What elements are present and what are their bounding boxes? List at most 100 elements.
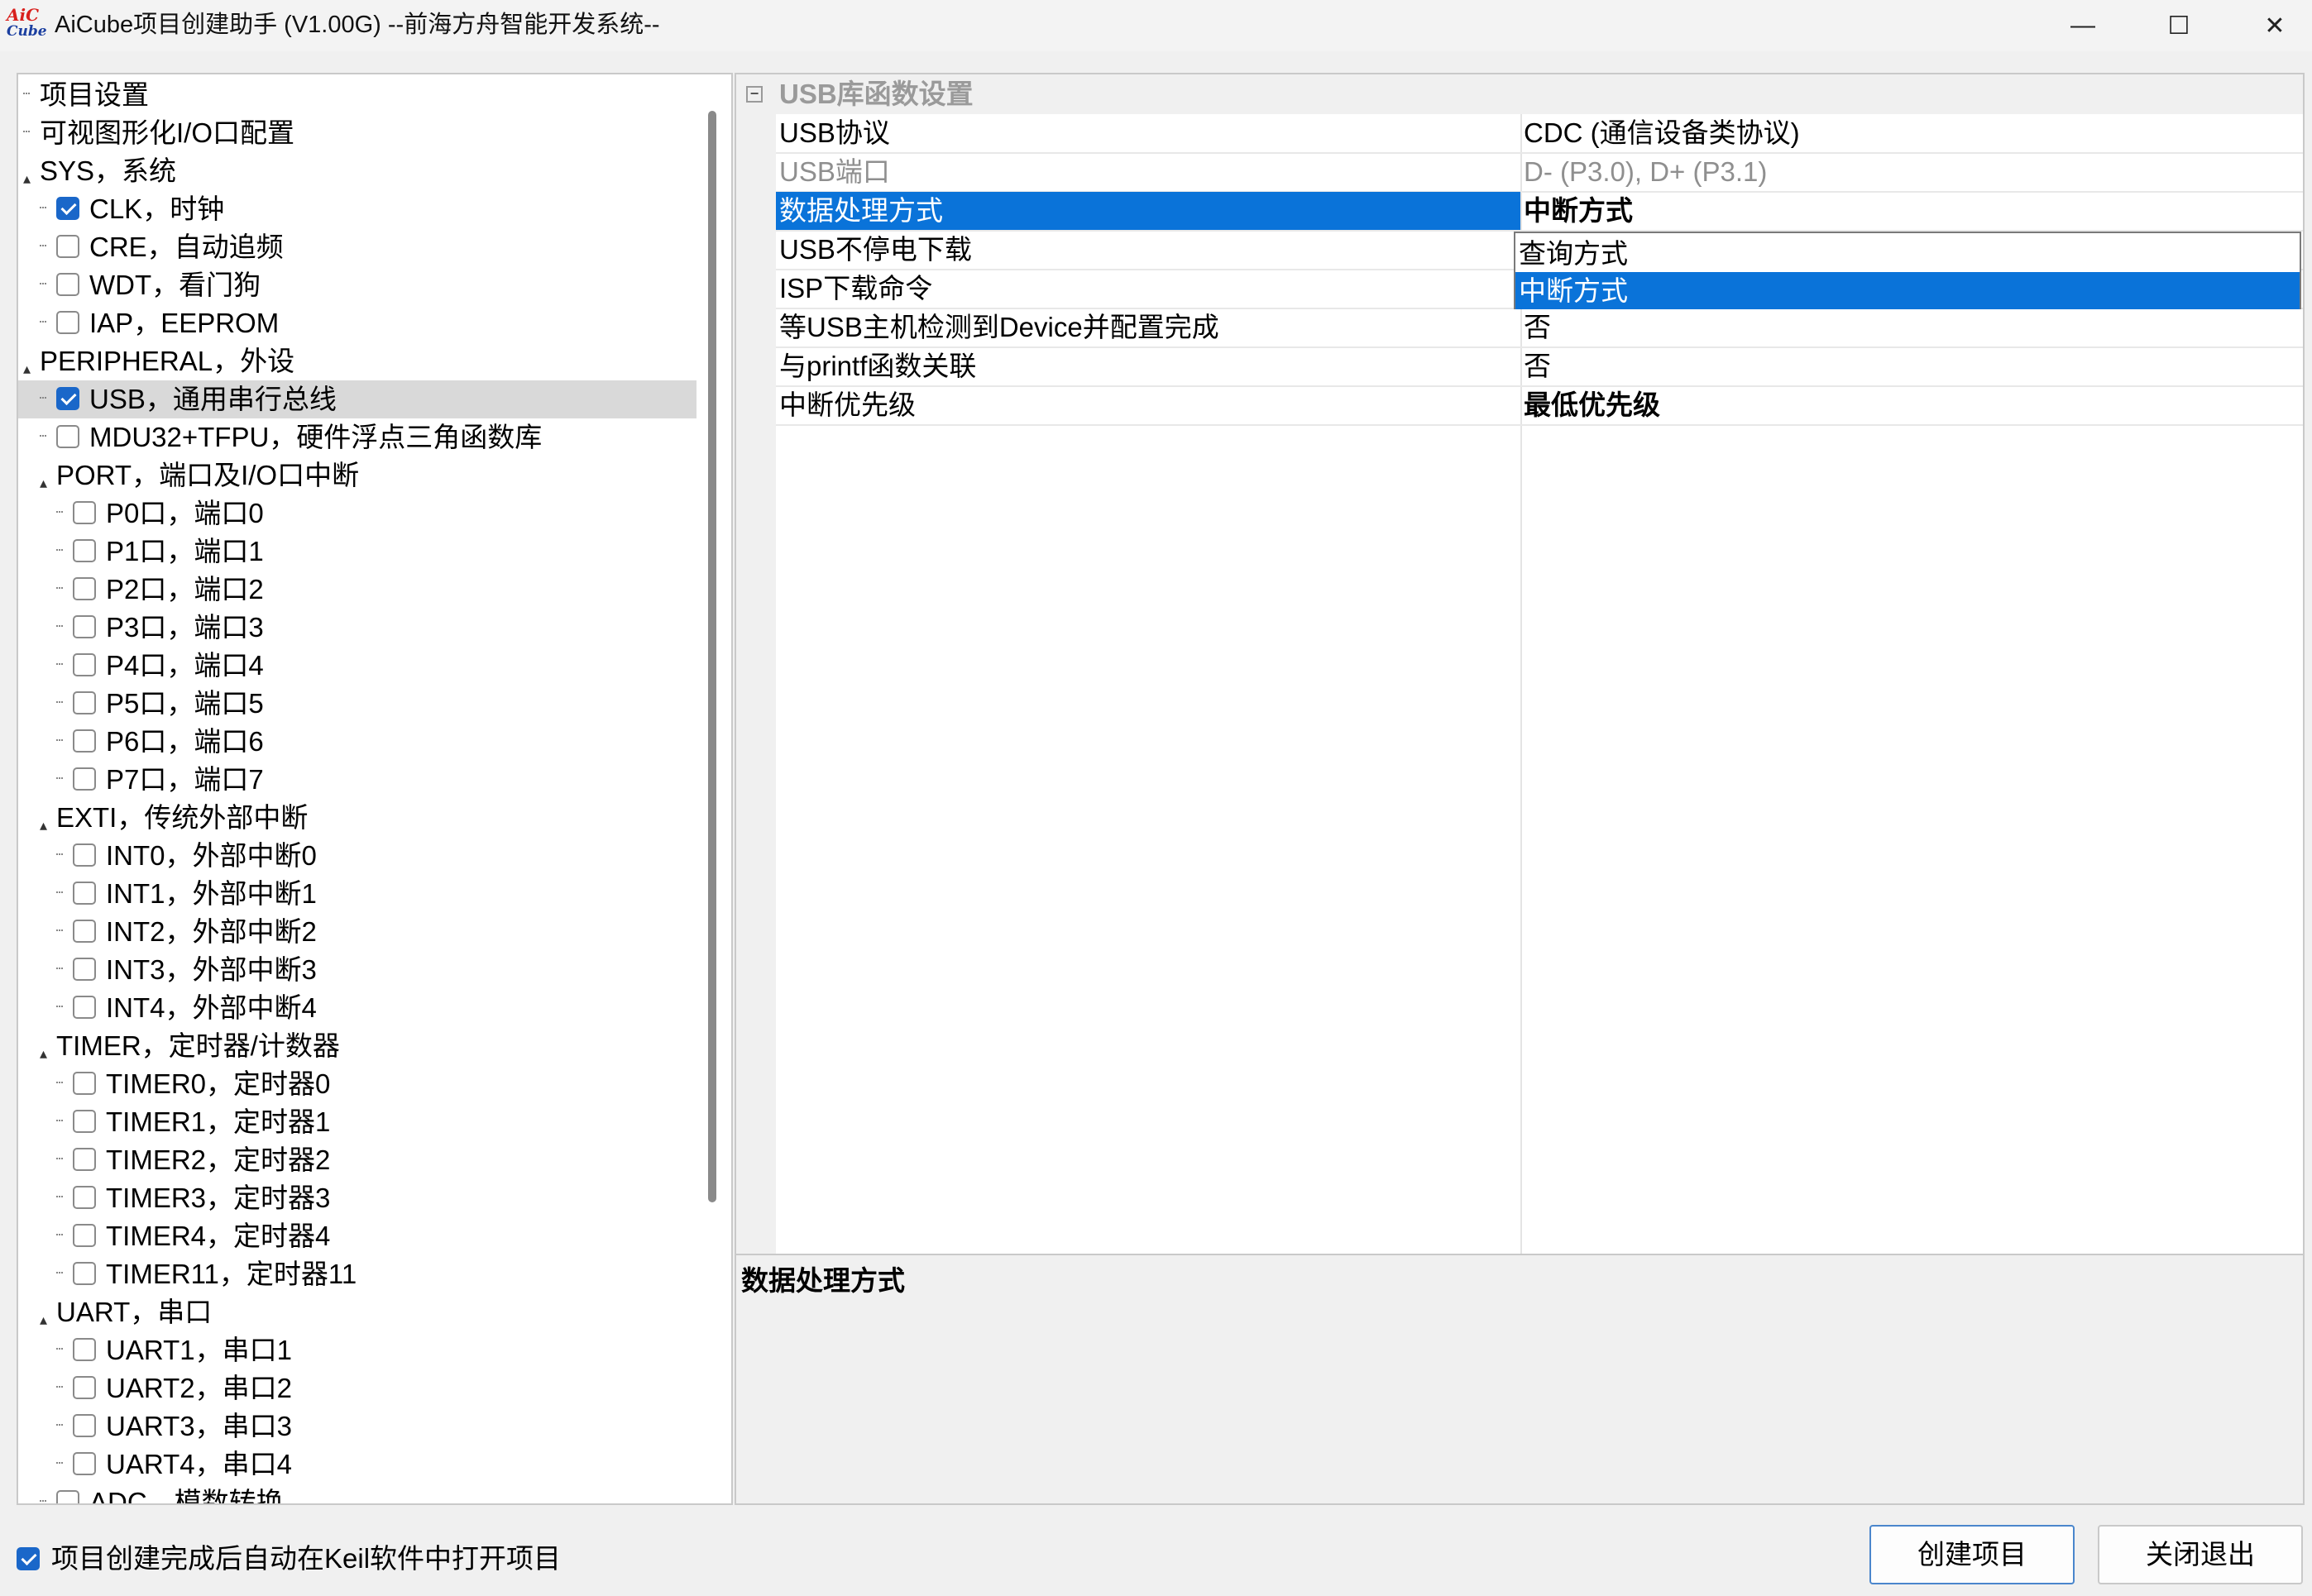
description-pane: 数据处理方式 bbox=[735, 1254, 2305, 1505]
tree-checkbox[interactable] bbox=[73, 767, 96, 791]
collapse-icon[interactable]: − bbox=[746, 86, 763, 103]
tree-item[interactable]: UART3，串口3 bbox=[18, 1407, 696, 1445]
tree-item[interactable]: TIMER1，定时器1 bbox=[18, 1103, 696, 1141]
tree-item[interactable]: INT2，外部中断2 bbox=[18, 913, 696, 951]
tree-item[interactable]: ▴ PERIPHERAL，外设 bbox=[18, 342, 696, 380]
tree-item[interactable]: ▴ TIMER，定时器/计数器 bbox=[18, 1027, 696, 1065]
tree-item[interactable]: CRE，自动追频 bbox=[18, 228, 696, 266]
tree-item[interactable]: TIMER11，定时器11 bbox=[18, 1255, 696, 1293]
tree-item[interactable]: ADC，模数转换 bbox=[18, 1484, 696, 1503]
tree-checkbox[interactable] bbox=[56, 387, 79, 410]
tree-checkbox[interactable] bbox=[73, 920, 96, 943]
tree-checkbox[interactable] bbox=[73, 1110, 96, 1133]
tree-checkbox[interactable] bbox=[73, 501, 96, 524]
property-row[interactable]: USB协议 CDC (通信设备类协议) bbox=[776, 114, 2303, 154]
tree-item[interactable]: P7口，端口7 bbox=[18, 761, 696, 799]
tree-connector bbox=[40, 207, 46, 210]
dropdown-arrow-icon[interactable]: ⌄ bbox=[2303, 194, 2305, 227]
tree-checkbox[interactable] bbox=[73, 1452, 96, 1475]
create-project-button[interactable]: 创建项目 bbox=[1869, 1525, 2075, 1584]
tree-checkbox[interactable] bbox=[73, 653, 96, 676]
tree-item[interactable]: ▴ PORT，端口及I/O口中断 bbox=[18, 456, 696, 495]
property-value[interactable]: 否 bbox=[1524, 347, 1551, 385]
tree-checkbox[interactable] bbox=[56, 273, 79, 296]
tree-item[interactable]: INT1，外部中断1 bbox=[18, 875, 696, 913]
property-value[interactable]: 否 bbox=[1524, 308, 1551, 346]
tree-item[interactable]: P6口，端口6 bbox=[18, 723, 696, 761]
property-value[interactable]: D- (P3.0), D+ (P3.1) bbox=[1524, 153, 1767, 191]
tree-checkbox[interactable] bbox=[73, 615, 96, 638]
tree-item[interactable]: TIMER3，定时器3 bbox=[18, 1179, 696, 1217]
tree-item[interactable]: INT4，外部中断4 bbox=[18, 989, 696, 1027]
tree-item[interactable]: MDU32+TFPU，硬件浮点三角函数库 bbox=[18, 418, 696, 456]
tree-checkbox[interactable] bbox=[56, 235, 79, 258]
tree-item[interactable]: IAP，EEPROM bbox=[18, 304, 696, 342]
tree-item[interactable]: INT0，外部中断0 bbox=[18, 837, 696, 875]
tree-checkbox[interactable] bbox=[73, 1072, 96, 1095]
tree-checkbox[interactable] bbox=[73, 691, 96, 714]
tree-item[interactable]: INT3，外部中断3 bbox=[18, 951, 696, 989]
property-row[interactable]: 与printf函数关联 否 bbox=[776, 347, 2303, 387]
tree-checkbox[interactable] bbox=[73, 729, 96, 753]
tree-item[interactable]: P5口，端口5 bbox=[18, 685, 696, 723]
tree-item[interactable]: TIMER4，定时器4 bbox=[18, 1217, 696, 1255]
tree-checkbox[interactable] bbox=[73, 539, 96, 562]
tree-checkbox[interactable] bbox=[73, 843, 96, 867]
property-category[interactable]: − USB库函数设置 bbox=[736, 74, 2303, 114]
auto-open-checkbox[interactable] bbox=[17, 1547, 40, 1570]
tree-checkbox[interactable] bbox=[73, 996, 96, 1019]
tree-checkbox[interactable] bbox=[73, 1262, 96, 1285]
tree-item[interactable]: P2口，端口2 bbox=[18, 571, 696, 609]
tree-connector bbox=[40, 435, 46, 438]
tree-checkbox[interactable] bbox=[73, 882, 96, 905]
tree-checkbox[interactable] bbox=[56, 1490, 79, 1503]
tree-item-label: P3口，端口3 bbox=[106, 612, 264, 643]
module-tree[interactable]: 项目设置 可视图形化I/O口配置 ▴ SYS，系统 CLK，时钟 CRE，自动追频 WDT，… bbox=[17, 73, 733, 1505]
property-row[interactable]: 等USB主机检测到Device并配置完成 否 bbox=[776, 308, 2303, 348]
tree-checkbox[interactable] bbox=[56, 311, 79, 334]
tree-item[interactable]: CLK，时钟 bbox=[18, 190, 696, 228]
maximize-button[interactable]: ☐ bbox=[2131, 0, 2227, 51]
tree-checkbox[interactable] bbox=[73, 1224, 96, 1247]
tree-item[interactable]: ▴ UART，串口 bbox=[18, 1293, 696, 1331]
tree-checkbox[interactable] bbox=[56, 197, 79, 220]
tree-checkbox[interactable] bbox=[73, 1414, 96, 1437]
tree-checkbox[interactable] bbox=[73, 1186, 96, 1209]
tree-item[interactable]: 可视图形化I/O口配置 bbox=[18, 114, 696, 152]
tree-item[interactable]: 项目设置 bbox=[18, 76, 696, 114]
tree-checkbox[interactable] bbox=[73, 577, 96, 600]
tree-item-label: TIMER3，定时器3 bbox=[106, 1183, 331, 1213]
tree-checkbox[interactable] bbox=[73, 1148, 96, 1171]
tree-checkbox[interactable] bbox=[73, 1338, 96, 1361]
property-row[interactable]: 数据处理方式 中断方式 ⌄ bbox=[776, 192, 2303, 232]
property-value[interactable]: CDC (通信设备类协议) bbox=[1524, 114, 1800, 152]
tree-checkbox[interactable] bbox=[73, 958, 96, 981]
tree-checkbox[interactable] bbox=[73, 1376, 96, 1399]
tree-item[interactable]: UART2，串口2 bbox=[18, 1369, 696, 1407]
tree-item[interactable]: TIMER0，定时器0 bbox=[18, 1065, 696, 1103]
tree-item[interactable]: UART4，串口4 bbox=[18, 1445, 696, 1484]
close-window-button[interactable]: ✕ bbox=[2227, 0, 2312, 51]
tree-scrollbar-thumb[interactable] bbox=[708, 111, 716, 1202]
minimize-button[interactable]: — bbox=[2035, 0, 2131, 51]
tree-item[interactable]: P3口，端口3 bbox=[18, 609, 696, 647]
dropdown-option[interactable]: 中断方式 bbox=[1515, 272, 2300, 309]
tree-item[interactable]: P4口，端口4 bbox=[18, 647, 696, 685]
tree-item[interactable]: ▴ EXTI，传统外部中断 bbox=[18, 799, 696, 837]
tree-item[interactable]: P1口，端口1 bbox=[18, 533, 696, 571]
property-value[interactable]: 中断方式 bbox=[1524, 192, 1633, 230]
property-row[interactable]: USB端口 D- (P3.0), D+ (P3.1) bbox=[776, 153, 2303, 193]
tree-item-label: INT1，外部中断1 bbox=[106, 878, 317, 909]
property-value[interactable]: 最低优先级 bbox=[1524, 386, 1660, 424]
tree-item[interactable]: WDT，看门狗 bbox=[18, 266, 696, 304]
tree-checkbox[interactable] bbox=[56, 425, 79, 448]
dropdown-option[interactable]: 查询方式 bbox=[1515, 235, 2300, 272]
tree-item[interactable]: ▴ SYS，系统 bbox=[18, 152, 696, 190]
tree-item[interactable]: P0口，端口0 bbox=[18, 495, 696, 533]
tree-item-label: WDT，看门狗 bbox=[89, 270, 261, 300]
close-exit-button[interactable]: 关闭退出 bbox=[2098, 1525, 2303, 1584]
tree-item[interactable]: USB，通用串行总线 bbox=[18, 380, 696, 418]
tree-item[interactable]: UART1，串口1 bbox=[18, 1331, 696, 1369]
tree-item[interactable]: TIMER2，定时器2 bbox=[18, 1141, 696, 1179]
property-row[interactable]: 中断优先级 最低优先级 bbox=[776, 386, 2303, 426]
